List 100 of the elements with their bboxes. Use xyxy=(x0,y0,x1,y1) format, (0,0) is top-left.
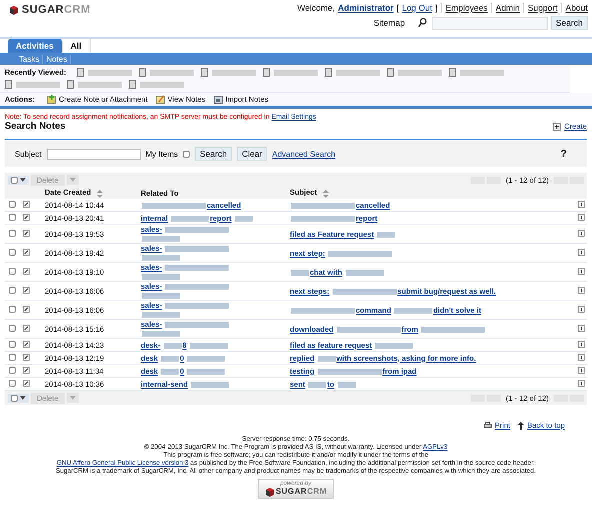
info-icon xyxy=(578,200,585,208)
edit-pencil-icon xyxy=(23,230,30,236)
delete-dropdown[interactable] xyxy=(66,175,79,185)
edit-pencil-icon xyxy=(23,306,30,312)
search-field[interactable] xyxy=(432,16,548,30)
help-link[interactable]: ? xyxy=(560,148,567,160)
document-icon xyxy=(324,68,332,77)
blurred-text xyxy=(191,382,230,388)
user-link[interactable]: Administrator xyxy=(338,3,394,13)
document-icon xyxy=(262,68,270,77)
blurred-text xyxy=(274,70,318,76)
blurred-text xyxy=(398,70,442,76)
blurred-text xyxy=(78,82,122,88)
edit-pencil-icon xyxy=(23,354,30,360)
recent-item[interactable] xyxy=(386,68,443,77)
row-checkbox[interactable] xyxy=(9,268,16,274)
search-icon xyxy=(418,18,428,28)
recent-item[interactable] xyxy=(138,68,195,77)
recent-item[interactable] xyxy=(129,80,185,89)
caret-icon xyxy=(20,396,26,400)
clear-button[interactable]: Clear xyxy=(237,147,268,161)
info-icon xyxy=(578,286,585,294)
blurred-text xyxy=(187,368,226,375)
info-icon xyxy=(578,380,585,386)
row-checkbox[interactable] xyxy=(9,380,16,386)
blurred-text xyxy=(165,246,230,252)
row-checkbox[interactable] xyxy=(9,366,16,374)
note-pencil-icon xyxy=(156,95,165,104)
sort-icon xyxy=(323,190,330,198)
logo-text: SUGARCRM xyxy=(22,4,91,16)
blurred-text xyxy=(212,70,256,76)
row-checkbox[interactable] xyxy=(9,324,16,332)
top-nav-link[interactable]: Admin xyxy=(490,3,520,13)
row-checkbox[interactable] xyxy=(9,340,16,348)
plus-icon xyxy=(553,122,562,130)
edit-pencil-icon xyxy=(23,366,30,374)
recent-item[interactable] xyxy=(324,68,381,77)
blurred-text xyxy=(318,356,336,362)
my-items-checkbox[interactable] xyxy=(183,150,190,158)
blurred-text xyxy=(394,308,432,314)
row-checkbox[interactable] xyxy=(9,230,16,236)
blurred-text xyxy=(142,293,180,300)
module-tab[interactable]: Activities xyxy=(8,39,63,53)
caret-icon xyxy=(20,178,26,182)
welcome-text: Welcome, xyxy=(297,3,336,13)
blurred-text xyxy=(234,216,253,222)
blurred-text xyxy=(421,326,486,333)
edit-pencil-icon xyxy=(23,200,30,208)
subject-field[interactable] xyxy=(46,148,141,160)
recent-item[interactable] xyxy=(448,68,505,77)
blurred-text xyxy=(291,308,355,314)
advanced-search-link[interactable]: Advanced Search xyxy=(272,150,336,158)
blurred-text xyxy=(165,303,230,310)
blurred-text xyxy=(190,342,228,349)
blurred-text xyxy=(377,232,396,238)
blurred-text xyxy=(142,274,180,280)
logout-link[interactable]: Log Out xyxy=(402,3,432,13)
row-checkbox[interactable] xyxy=(9,200,16,208)
recent-item[interactable] xyxy=(200,68,257,77)
row-checkbox[interactable] xyxy=(9,286,16,294)
blurred-text xyxy=(165,265,230,272)
select-dropdown[interactable] xyxy=(8,176,29,184)
info-icon xyxy=(578,230,585,236)
blurred-text xyxy=(291,270,309,276)
search-button[interactable]: Search xyxy=(551,16,588,30)
row-checkbox[interactable] xyxy=(9,214,16,220)
select-dropdown[interactable] xyxy=(8,394,29,402)
import-icon xyxy=(214,95,223,104)
edit-pencil-icon xyxy=(23,340,30,348)
recent-item[interactable] xyxy=(76,68,133,77)
blurred-text xyxy=(291,216,355,222)
up-arrow-icon xyxy=(518,422,524,430)
row-checkbox[interactable] xyxy=(9,306,16,312)
info-icon xyxy=(578,324,585,332)
blurred-text xyxy=(336,70,380,76)
blurred-text xyxy=(346,270,384,276)
blurred-text xyxy=(460,70,504,76)
top-nav-link[interactable]: Employees xyxy=(440,3,488,13)
bracket-text: [ xyxy=(396,3,400,13)
edit-pencil-icon xyxy=(23,248,30,256)
subtab[interactable]: Notes xyxy=(43,54,72,64)
blurred-text xyxy=(165,322,230,328)
recent-item[interactable] xyxy=(67,80,123,89)
delete-dropdown[interactable] xyxy=(66,393,79,403)
recent-item[interactable] xyxy=(262,68,319,77)
search-button[interactable]: Search xyxy=(195,147,232,161)
recent-item[interactable] xyxy=(5,80,61,89)
row-checkbox[interactable] xyxy=(9,354,16,360)
blurred-text xyxy=(338,382,356,388)
blurred-text xyxy=(332,288,397,295)
top-nav-link[interactable]: About xyxy=(560,3,588,13)
edit-pencil-icon xyxy=(23,214,30,220)
subtab[interactable]: Tasks xyxy=(16,54,44,64)
blurred-text xyxy=(142,236,180,242)
blurred-text xyxy=(165,227,230,234)
sort-icon xyxy=(97,190,104,198)
sitemap-menu[interactable]: Sitemap xyxy=(374,18,406,28)
row-checkbox[interactable] xyxy=(9,248,16,256)
top-nav-link[interactable]: Support xyxy=(523,3,558,13)
info-icon xyxy=(578,340,585,348)
